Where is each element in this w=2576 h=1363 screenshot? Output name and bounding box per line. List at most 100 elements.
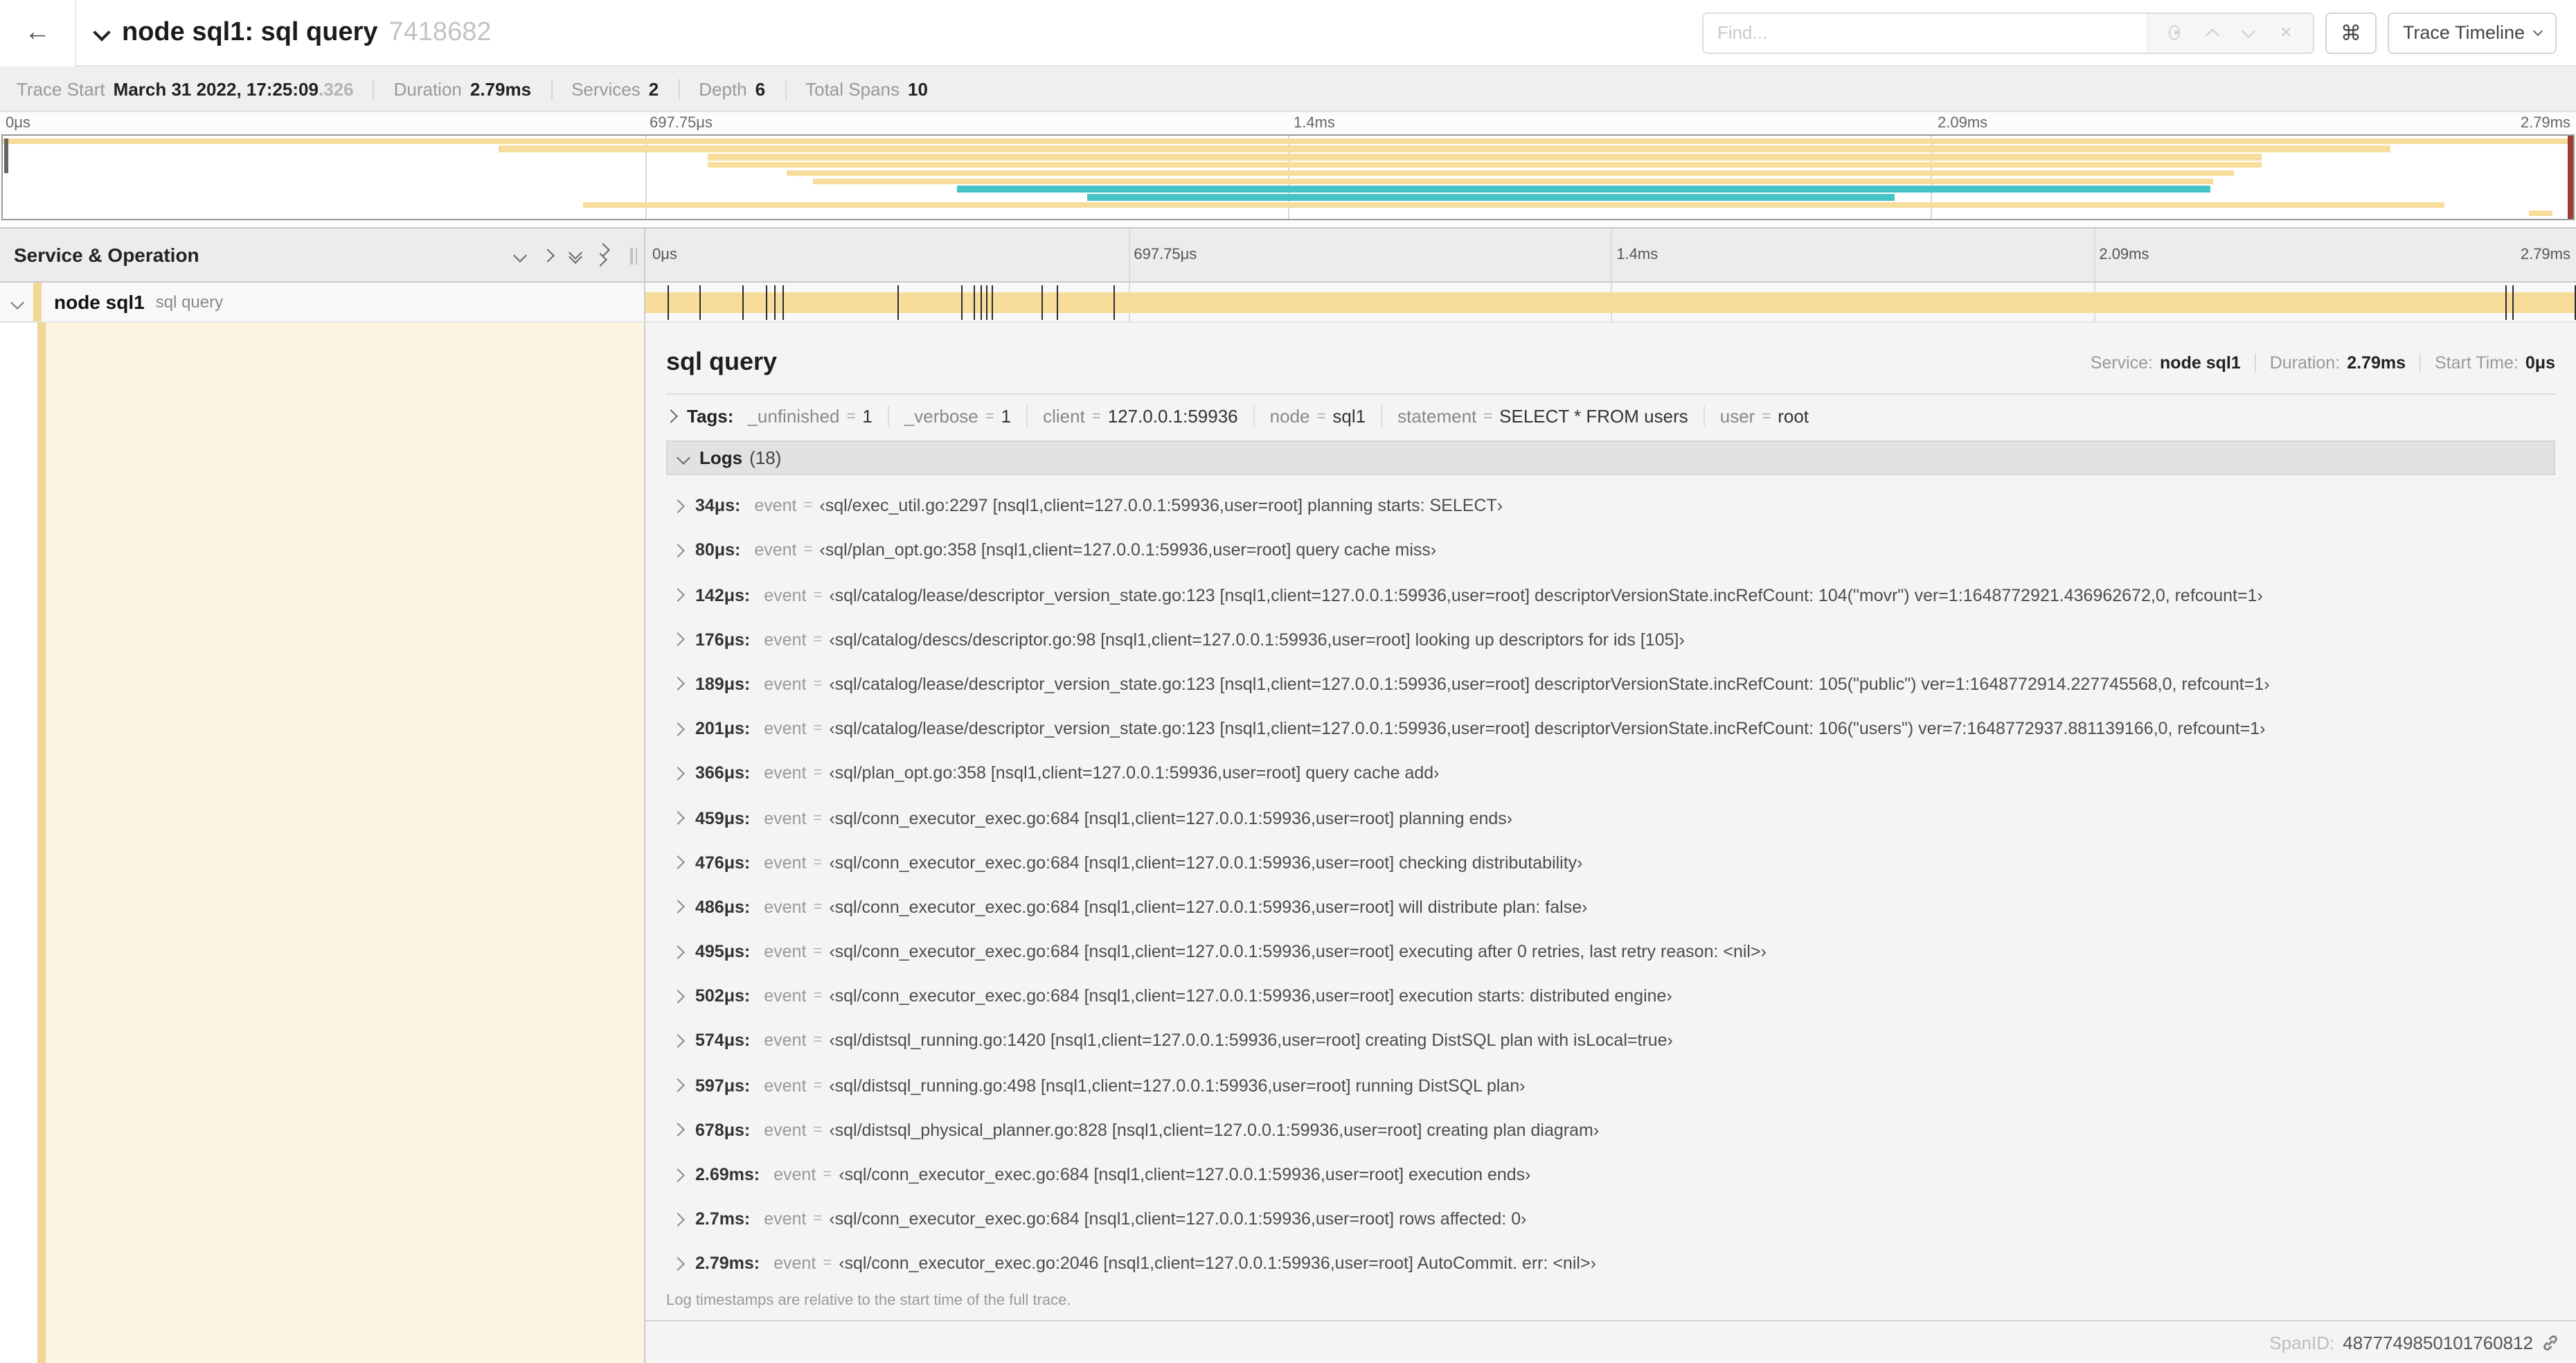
trace-collapse-chevron-icon[interactable] xyxy=(93,20,111,45)
log-timestamp: 366μs: xyxy=(695,763,751,783)
log-timestamp: 2.7ms: xyxy=(695,1209,751,1229)
find-input[interactable] xyxy=(1703,13,2147,52)
log-timestamp: 574μs: xyxy=(695,1031,751,1051)
prev-match-icon[interactable] xyxy=(2198,19,2226,46)
collapse-all-icon[interactable] xyxy=(569,246,582,264)
log-event-tick xyxy=(782,285,785,320)
minimap-span-row xyxy=(3,186,2573,194)
trace-meta-item: Duration 2.79ms xyxy=(373,78,531,99)
top-bar: ← node sql1: sql query 7418682 × ⌘ Trace… xyxy=(0,0,2576,66)
chevron-right-icon xyxy=(673,632,685,647)
next-match-icon[interactable] xyxy=(2235,19,2263,46)
span-detail-title: sql query xyxy=(666,348,778,376)
equals-sign: = xyxy=(813,765,823,782)
command-icon: ⌘ xyxy=(2340,21,2361,45)
minimap-span-bar xyxy=(787,170,2234,177)
log-event-key: event xyxy=(764,808,807,828)
tag-value: 1 xyxy=(1001,406,1012,427)
equals-sign: = xyxy=(823,1255,832,1272)
log-row[interactable]: 189μs: event = ‹sql/catalog/lease/descripto… xyxy=(673,662,2555,706)
expand-one-icon[interactable] xyxy=(541,248,555,262)
log-row[interactable]: 678μs: event = ‹sql/distsql_physical_planne… xyxy=(673,1107,2555,1152)
tag-item: node = sql1 xyxy=(1253,406,1366,427)
log-row[interactable]: 34μs: event = ‹sql/exec_util.go:2297 [nsql1… xyxy=(673,483,2555,528)
log-row[interactable]: 80μs: event = ‹sql/plan_opt.go:358 [nsql1,c… xyxy=(673,528,2555,573)
back-button[interactable]: ← xyxy=(0,0,76,66)
log-row[interactable]: 459μs: event = ‹sql/conn_executor_exec.go:6… xyxy=(673,796,2555,840)
focus-match-icon[interactable] xyxy=(2161,19,2189,46)
span-row[interactable]: node sql1 sql query xyxy=(0,283,2576,323)
span-color-stripe xyxy=(37,323,46,1363)
chevron-right-icon xyxy=(673,855,685,870)
span-duration-bar[interactable] xyxy=(645,292,2576,313)
tag-item: _verbose = 1 xyxy=(887,406,1012,427)
find-tools: × xyxy=(2146,13,2313,52)
minimap-span-row xyxy=(3,193,2573,202)
log-timestamp: 34μs: xyxy=(695,496,741,516)
timeline-column-header: Service & Operation 0μs 697.75μs 1.4ms 2… xyxy=(0,227,2576,283)
minimap-tick: 2.79ms xyxy=(2520,115,2570,132)
trace-meta-item: Total Spans 10 xyxy=(785,78,928,99)
log-event-key: event xyxy=(764,1120,807,1140)
equals-sign: = xyxy=(813,898,823,916)
equals-sign: = xyxy=(813,1077,823,1094)
minimap-span-row xyxy=(3,202,2573,210)
log-row[interactable]: 574μs: event = ‹sql/distsql_running.go:1420… xyxy=(673,1019,2555,1063)
span-meta-label: Duration: xyxy=(2269,353,2341,373)
chevron-right-icon xyxy=(673,1034,685,1048)
tag-key: _verbose xyxy=(904,406,978,427)
span-bar-track[interactable] xyxy=(645,283,2576,321)
log-row[interactable]: 201μs: event = ‹sql/catalog/lease/descripto… xyxy=(673,706,2555,751)
log-row[interactable]: 502μs: event = ‹sql/conn_executor_exec.go:6… xyxy=(673,974,2555,1018)
chevron-right-icon xyxy=(673,1212,685,1227)
chevron-right-icon xyxy=(673,1123,685,1137)
minimap-span-row xyxy=(3,169,2573,177)
tag-key: _unfinished xyxy=(747,406,840,427)
log-event-tick xyxy=(667,285,669,320)
tag-value: 1 xyxy=(862,406,873,427)
keyboard-shortcuts-button[interactable]: ⌘ xyxy=(2325,12,2377,53)
timeline-tick: 2.79ms xyxy=(2520,247,2570,263)
log-event-value: ‹sql/catalog/lease/descriptor_version_st… xyxy=(829,674,2270,694)
timeline-tick: 2.09ms xyxy=(2099,247,2149,263)
clear-find-icon[interactable]: × xyxy=(2272,19,2300,46)
log-row[interactable]: 366μs: event = ‹sql/plan_opt.go:358 [nsql1,… xyxy=(673,751,2555,795)
log-row[interactable]: 476μs: event = ‹sql/conn_executor_exec.go:6… xyxy=(673,840,2555,884)
log-row[interactable]: 495μs: event = ‹sql/conn_executor_exec.go:6… xyxy=(673,929,2555,974)
log-row[interactable]: 176μs: event = ‹sql/catalog/descs/descripto… xyxy=(673,617,2555,661)
minimap-span-bar xyxy=(3,138,2573,145)
log-row[interactable]: 2.79ms: event = ‹sql/conn_executor_exec.go:… xyxy=(673,1242,2555,1286)
trace-meta-value: 6 xyxy=(755,78,766,99)
minimap-left-scrubber-handle[interactable] xyxy=(4,139,8,174)
collapse-one-icon[interactable] xyxy=(513,248,527,262)
span-detail-panel: sql query Service: node sql1 Duration: 2.79… xyxy=(645,323,2576,1363)
column-resizer[interactable] xyxy=(630,248,638,265)
minimap-span-row xyxy=(3,153,2573,161)
span-link-icon[interactable] xyxy=(2541,1334,2559,1352)
minimap-canvas[interactable] xyxy=(1,134,2575,220)
span-collapse-chevron-icon[interactable] xyxy=(10,289,24,314)
chevron-right-icon xyxy=(673,989,685,1004)
equals-sign: = xyxy=(1762,408,1771,425)
minimap-right-scrubber-handle[interactable] xyxy=(2568,136,2573,219)
expand-all-icon[interactable] xyxy=(593,243,610,267)
tags-toggle[interactable]: Tags: xyxy=(664,407,747,427)
minimap-span-bar xyxy=(812,178,2214,185)
span-row-label[interactable]: node sql1 sql query xyxy=(0,283,645,321)
log-row[interactable]: 2.7ms: event = ‹sql/conn_executor_exec.go:6… xyxy=(673,1197,2555,1241)
view-selector-dropdown[interactable]: Trace Timeline xyxy=(2387,12,2557,53)
chevron-right-icon xyxy=(673,588,685,603)
log-row[interactable]: 486μs: event = ‹sql/conn_executor_exec.go:6… xyxy=(673,885,2555,929)
page-title: node sql1: sql query xyxy=(122,17,378,46)
timeline-gridline xyxy=(1128,229,1129,281)
timeline-tick: 1.4ms xyxy=(1616,247,1658,263)
log-event-value: ‹sql/catalog/lease/descriptor_version_st… xyxy=(829,585,2263,605)
logs-header[interactable]: Logs (18) xyxy=(666,440,2555,476)
tags-row: Tags: _unfinished = 1 _verbose = 1 client = 127.… xyxy=(664,406,2555,427)
log-timestamp: 176μs: xyxy=(695,630,751,650)
log-row[interactable]: 597μs: event = ‹sql/distsql_running.go:498 … xyxy=(673,1063,2555,1107)
log-row[interactable]: 142μs: event = ‹sql/catalog/lease/descripto… xyxy=(673,573,2555,617)
trace-meta-item: Services 2 xyxy=(551,78,659,99)
log-event-value: ‹sql/conn_executor_exec.go:684 [nsql1,cl… xyxy=(829,853,1583,873)
log-row[interactable]: 2.69ms: event = ‹sql/conn_executor_exec.go:… xyxy=(673,1152,2555,1197)
